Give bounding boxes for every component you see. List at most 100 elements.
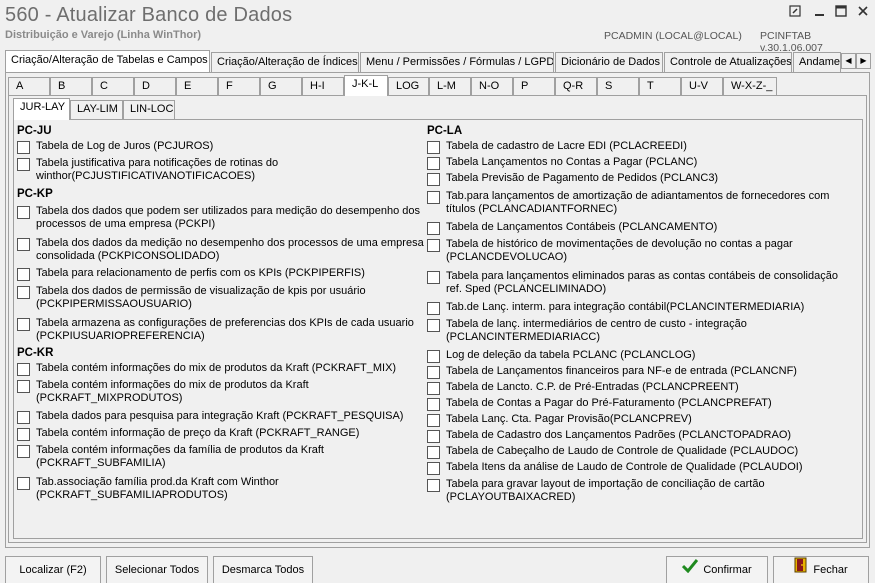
tab-letter-c[interactable]: C [92, 77, 134, 95]
list-item[interactable]: Tab.de Lanç. interm. para integração con… [427, 301, 804, 315]
checkbox[interactable] [427, 350, 440, 363]
checkbox[interactable] [427, 462, 440, 475]
checkbox[interactable] [17, 286, 30, 299]
list-item[interactable]: Tabela dos dados da medição no desempenh… [17, 237, 424, 263]
tab-letter-l-m[interactable]: L-M [429, 77, 471, 95]
list-item[interactable]: Tabela dos dados de permissão de visuali… [17, 285, 366, 311]
list-item[interactable]: Tabela armazena as configurações de pref… [17, 317, 414, 343]
checkbox[interactable] [17, 445, 30, 458]
list-item[interactable]: Tabela dos dados que podem ser utilizado… [17, 205, 420, 231]
list-item[interactable]: Tabela de Log de Juros (PCJUROS) [17, 140, 213, 154]
checkbox[interactable] [427, 302, 440, 315]
list-item[interactable]: Tabela para relacionamento de perfis com… [17, 267, 365, 281]
tab-letter-w-x-z[interactable]: W-X-Z-_ [723, 77, 777, 95]
minimize-icon[interactable] [812, 5, 828, 21]
checkbox[interactable] [17, 380, 30, 393]
checkbox[interactable] [427, 157, 440, 170]
tab-letter-t[interactable]: T [639, 77, 681, 95]
close-icon[interactable] [855, 5, 871, 21]
desmarca-todos-button[interactable]: Desmarca Todos [213, 556, 313, 583]
checkbox[interactable] [17, 363, 30, 376]
checkbox[interactable] [17, 428, 30, 441]
tab-letter-d[interactable]: D [134, 77, 176, 95]
confirmar-button[interactable]: Confirmar [666, 556, 768, 583]
checkbox[interactable] [427, 271, 440, 284]
localizar-button[interactable]: Localizar (F2) [5, 556, 101, 583]
tab-letter-u-v[interactable]: U-V [681, 77, 723, 95]
tab-letter-a[interactable]: A [8, 77, 50, 95]
tab-letter-f[interactable]: F [218, 77, 260, 95]
checkbox[interactable] [17, 411, 30, 424]
checkbox[interactable] [427, 239, 440, 252]
checkbox[interactable] [17, 206, 30, 219]
checkbox[interactable] [427, 173, 440, 186]
tab-menu-permissoes[interactable]: Menu / Permissões / Fórmulas / LGPD [360, 52, 554, 72]
checkbox[interactable] [427, 414, 440, 427]
tab-letter-h-i[interactable]: H-I [302, 77, 344, 95]
list-item[interactable]: Tabela Previsão de Pagamento de Pedidos … [427, 172, 718, 186]
list-item[interactable]: Tabela de Lançamentos Contábeis (PCLANCA… [427, 221, 717, 235]
checkbox[interactable] [427, 398, 440, 411]
checkbox[interactable] [427, 430, 440, 443]
list-item[interactable]: Tab.associação família prod.da Kraft com… [17, 476, 279, 502]
list-item[interactable]: Tabela para lançamentos eliminados paras… [427, 270, 838, 296]
checkbox[interactable] [427, 319, 440, 332]
checkbox[interactable] [17, 158, 30, 171]
tab-jur-lay[interactable]: JUR-LAY [13, 98, 70, 120]
list-item[interactable]: Log de deleção da tabela PCLANC (PCLANCL… [427, 349, 695, 363]
maximize-icon[interactable] [833, 5, 849, 21]
list-item[interactable]: Tabela de cadastro de Lacre EDI (PCLACRE… [427, 140, 687, 154]
tab-letter-b[interactable]: B [50, 77, 92, 95]
list-item[interactable]: Tabela de Cadastro dos Lançamentos Padrõ… [427, 429, 791, 443]
checkbox[interactable] [17, 318, 30, 331]
tab-tabelas-campos[interactable]: Criação/Alteração de Tabelas e Campos [5, 50, 210, 72]
checkbox[interactable] [427, 191, 440, 204]
list-item[interactable]: Tabela Itens da análise de Laudo de Cont… [427, 461, 803, 475]
checkbox[interactable] [427, 222, 440, 235]
checkbox[interactable] [427, 366, 440, 379]
tab-letter-g[interactable]: G [260, 77, 302, 95]
list-item[interactable]: Tabela justificativa para notificações d… [17, 157, 278, 183]
list-item[interactable]: Tabela Lançamentos no Contas a Pagar (PC… [427, 156, 697, 170]
list-item[interactable]: Tabela de lanç. intermediários de centro… [427, 318, 747, 344]
checkbox[interactable] [427, 382, 440, 395]
list-item[interactable]: Tabela para gravar layout de importação … [427, 478, 765, 504]
fechar-button[interactable]: Fechar [773, 556, 869, 583]
list-item[interactable]: Tabela contém informação de preço da Kra… [17, 427, 359, 441]
list-item[interactable]: Tabela de Cabeçalho de Laudo de Controle… [427, 445, 798, 459]
tab-letter-j-k-l[interactable]: J-K-L [344, 75, 388, 96]
tab-letter-log[interactable]: LOG [388, 77, 429, 95]
tab-scroll-left-icon[interactable]: ◀ [841, 53, 856, 69]
selecionar-todos-button[interactable]: Selecionar Todos [106, 556, 208, 583]
list-item[interactable]: Tabela contém informações da família de … [17, 444, 324, 470]
list-item[interactable]: Tabela de histórico de movimentações de … [427, 238, 793, 264]
tab-letter-q-r[interactable]: Q-R [555, 77, 597, 95]
tab-lay-lim[interactable]: LAY-LIM [70, 100, 123, 119]
list-item[interactable]: Tabela de Contas a Pagar do Pré-Faturame… [427, 397, 772, 411]
tab-scroll-right-icon[interactable]: ▶ [856, 53, 871, 69]
checkbox[interactable] [17, 141, 30, 154]
tab-letter-e[interactable]: E [176, 77, 218, 95]
edit-icon[interactable] [787, 5, 803, 21]
tab-andamento[interactable]: Andamento [793, 52, 841, 72]
tab-controle-atualizacoes[interactable]: Controle de Atualizações [664, 52, 792, 72]
list-item[interactable]: Tabela contém informações do mix de prod… [17, 379, 309, 405]
tab-letter-n-o[interactable]: N-O [471, 77, 513, 95]
checkbox[interactable] [427, 446, 440, 459]
tab-letter-s[interactable]: S [597, 77, 639, 95]
checkbox[interactable] [17, 238, 30, 251]
tab-dicionario[interactable]: Dicionário de Dados [555, 52, 663, 72]
list-item[interactable]: Tabela de Lançamentos financeiros para N… [427, 365, 797, 379]
tab-indices[interactable]: Criação/Alteração de Índices [211, 52, 359, 72]
checkbox[interactable] [17, 477, 30, 490]
checkbox[interactable] [427, 479, 440, 492]
checkbox[interactable] [427, 141, 440, 154]
tab-letter-p[interactable]: P [513, 77, 555, 95]
list-item[interactable]: Tabela contém informações do mix de prod… [17, 362, 396, 376]
list-item[interactable]: Tab.para lançamentos de amortização de a… [427, 190, 829, 216]
checkbox[interactable] [17, 268, 30, 281]
tab-lin-loc[interactable]: LIN-LOC [123, 100, 175, 119]
list-item[interactable]: Tabela Lanç. Cta. Pagar Provisão(PCLANCP… [427, 413, 692, 427]
list-item[interactable]: Tabela dados para pesquisa para integraç… [17, 410, 403, 424]
list-item[interactable]: Tabela de Lancto. C.P. de Pré-Entradas (… [427, 381, 739, 395]
